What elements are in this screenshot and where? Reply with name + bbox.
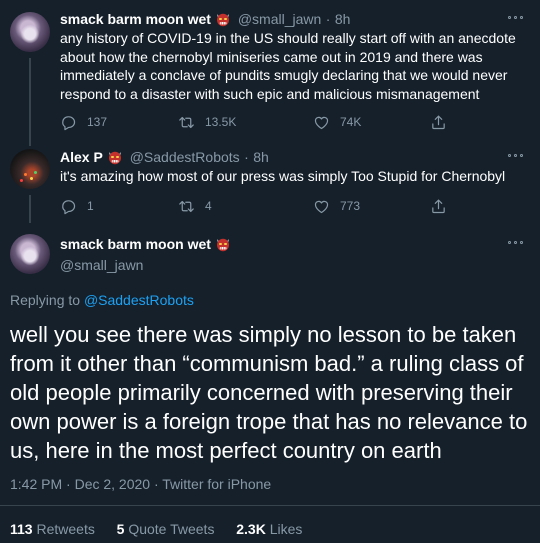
more-icon[interactable]: [508, 240, 526, 246]
avatar[interactable]: [10, 149, 50, 189]
retweet-icon: [178, 198, 195, 215]
replying-to: Replying to @SaddestRobots: [10, 292, 194, 308]
avatar[interactable]: [10, 234, 50, 274]
ogre-emoji-icon: [107, 149, 123, 165]
replying-prefix: Replying to: [10, 292, 81, 308]
tweet-text: it's amazing how most of our press was s…: [60, 168, 506, 184]
tweet-timestamp[interactable]: 1:42 PM · Dec 2, 2020 · Twitter for iPho…: [10, 476, 271, 492]
tweet-actions: 1 4 773: [60, 196, 460, 216]
tweet-text: any history of COVID-19 in the US should…: [60, 30, 516, 102]
thread-line: [29, 195, 31, 223]
like-button[interactable]: 773: [313, 196, 360, 216]
reply-button[interactable]: 1: [60, 196, 94, 216]
username[interactable]: @small_jawn: [238, 11, 321, 27]
likes-stat[interactable]: 2.3K Likes: [236, 521, 302, 537]
username[interactable]: @small_jawn: [60, 257, 143, 273]
tweet-header: smack barm moon wet: [60, 236, 231, 254]
display-name[interactable]: smack barm moon wet: [60, 236, 211, 252]
share-button[interactable]: [430, 112, 457, 132]
separator: ·: [244, 149, 249, 165]
more-icon[interactable]: [508, 15, 526, 21]
tweet-header: smack barm moon wet @small_jawn · 8h: [60, 11, 350, 29]
reply-count: 1: [87, 199, 94, 213]
share-button[interactable]: [430, 196, 457, 216]
like-count: 773: [340, 199, 361, 213]
separator: ·: [325, 11, 331, 27]
tweet-header: Alex P @SaddestRobots · 8h: [60, 149, 269, 167]
quote-tweets-stat[interactable]: 5 Quote Tweets: [117, 521, 215, 537]
tweet-actions: 137 13.5K 74K: [60, 112, 460, 132]
more-icon[interactable]: [508, 153, 526, 159]
like-icon: [313, 198, 330, 215]
display-name[interactable]: smack barm moon wet: [60, 11, 211, 27]
share-icon: [430, 198, 447, 215]
like-count: 74K: [340, 115, 362, 129]
retweet-count: 13.5K: [205, 115, 237, 129]
display-name[interactable]: Alex P: [60, 149, 103, 165]
retweet-count: 4: [205, 199, 212, 213]
reply-button[interactable]: 137: [60, 112, 107, 132]
thread-line: [29, 58, 31, 146]
ogre-emoji-icon: [215, 236, 231, 252]
ogre-emoji-icon: [215, 11, 231, 27]
reply-count: 137: [87, 115, 108, 129]
retweet-button[interactable]: 13.5K: [178, 112, 236, 132]
reply-icon: [60, 114, 77, 131]
timestamp[interactable]: 8h: [335, 11, 351, 27]
retweets-stat[interactable]: 113 Retweets: [10, 521, 95, 537]
timestamp[interactable]: 8h: [253, 149, 269, 165]
retweet-icon: [178, 114, 195, 131]
reply-icon: [60, 198, 77, 215]
retweet-button[interactable]: 4: [178, 196, 212, 216]
engagement-stats: 113 Retweets 5 Quote Tweets 2.3K Likes: [10, 521, 302, 537]
like-button[interactable]: 74K: [313, 112, 361, 132]
tweet-text: well you see there was simply no lesson …: [10, 322, 528, 463]
avatar[interactable]: [10, 12, 50, 52]
username[interactable]: @SaddestRobots: [130, 149, 240, 165]
replying-to-link[interactable]: @SaddestRobots: [84, 292, 194, 308]
divider: [0, 505, 540, 506]
like-icon: [313, 114, 330, 131]
share-icon: [430, 114, 447, 131]
